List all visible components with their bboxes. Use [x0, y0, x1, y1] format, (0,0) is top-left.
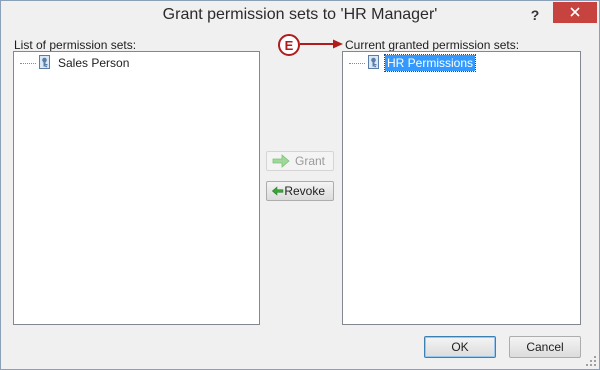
callout-arrow-icon [300, 39, 343, 49]
granted-permission-sets-list[interactable]: HR Permissions [342, 51, 581, 325]
title-bar: Grant permission sets to 'HR Manager' ? [1, 1, 599, 31]
window-title: Grant permission sets to 'HR Manager' [162, 6, 438, 23]
granted-permission-sets-label: Current granted permission sets: [345, 38, 520, 52]
cancel-button[interactable]: Cancel [509, 336, 581, 358]
tree-connector [20, 62, 36, 64]
list-item-label: HR Permissions [383, 54, 477, 72]
help-button[interactable]: ? [523, 5, 547, 25]
grant-button[interactable]: Grant [266, 151, 334, 171]
revoke-button-label: Revoke [284, 184, 325, 198]
cancel-button-label: Cancel [526, 340, 564, 354]
callout-badge: E [278, 34, 300, 56]
close-icon [570, 7, 580, 17]
tree-connector [349, 62, 365, 64]
permission-sets-list-label: List of permission sets: [14, 38, 137, 52]
permission-set-icon [39, 55, 50, 69]
ok-button-label: OK [451, 340, 469, 354]
list-item[interactable]: HR Permissions [349, 54, 477, 72]
close-button[interactable] [553, 2, 597, 23]
grant-button-label: Grant [294, 154, 325, 168]
arrow-right-icon [272, 154, 290, 168]
resize-grip-icon[interactable] [585, 355, 597, 367]
revoke-button[interactable]: Revoke [266, 181, 334, 201]
list-item-label: Sales Person [58, 56, 130, 70]
arrow-left-icon [271, 186, 284, 196]
permission-sets-list[interactable]: Sales Person [13, 51, 260, 325]
permission-set-icon [368, 55, 379, 69]
dialog-window: Grant permission sets to 'HR Manager' ? … [0, 0, 600, 370]
list-item[interactable]: Sales Person [20, 55, 131, 71]
ok-button[interactable]: OK [424, 336, 496, 358]
